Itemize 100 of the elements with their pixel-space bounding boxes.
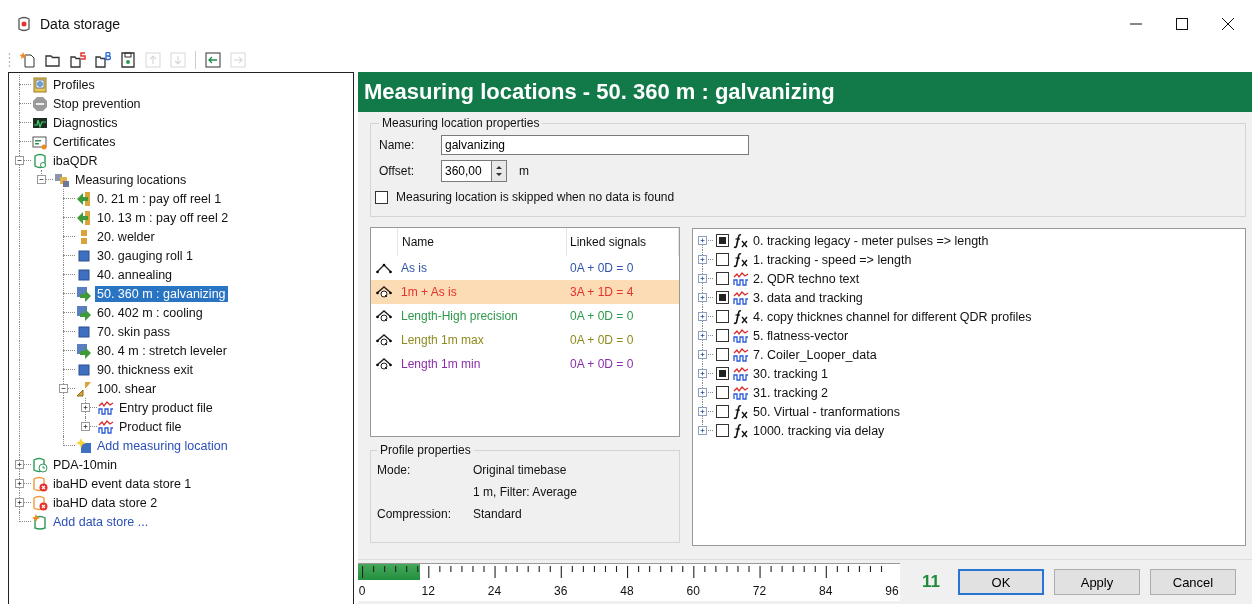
tree-item[interactable]: 20. welder — [95, 228, 157, 245]
expander-icon[interactable] — [81, 403, 90, 412]
database-icon — [32, 152, 48, 169]
profile-row[interactable]: As is 0A + 0D = 0 — [371, 256, 679, 280]
checkbox[interactable] — [716, 424, 729, 437]
expander-icon[interactable] — [698, 388, 707, 397]
scale-label: 36 — [554, 584, 568, 598]
scale-label: 96 — [885, 584, 899, 598]
table-cell-text: 0A + 0D = 0 — [569, 357, 635, 371]
new-document-icon[interactable] — [20, 52, 36, 68]
signal-icon — [732, 289, 750, 306]
profile-row[interactable]: Length-High precision 0A + 0D = 0 — [371, 304, 679, 328]
signal-item[interactable]: 1000. tracking via delay — [753, 423, 885, 438]
tree-item[interactable]: 40. annealing — [95, 266, 175, 283]
tree-item[interactable]: Add measuring location — [95, 437, 230, 454]
tree-item[interactable]: Diagnostics — [51, 114, 120, 131]
tree-item[interactable]: PDA-10min — [51, 456, 119, 473]
checkbox[interactable] — [716, 329, 729, 342]
tree-item[interactable]: 0. 21 m : pay off reel 1 — [95, 190, 224, 207]
folder-b-icon[interactable] — [95, 52, 111, 68]
checkbox[interactable] — [716, 253, 729, 266]
close-icon[interactable] — [1222, 18, 1234, 30]
expander-icon[interactable] — [698, 331, 707, 340]
peak-q-icon — [376, 358, 392, 370]
signal-item[interactable]: 31. tracking 2 — [753, 385, 829, 400]
peak-q-icon — [376, 286, 392, 298]
square-icon — [76, 266, 92, 283]
signal-file-icon — [98, 418, 114, 435]
expander-icon[interactable] — [81, 422, 90, 431]
table-cell-text: Length-High precision — [400, 309, 519, 323]
window-title: Data storage — [40, 16, 121, 32]
expander-icon[interactable] — [698, 407, 707, 416]
expander-icon[interactable] — [698, 350, 707, 359]
expander-icon[interactable] — [698, 255, 707, 264]
tree-item[interactable]: 90. thickness exit — [95, 361, 195, 378]
expander-icon[interactable] — [59, 384, 68, 393]
tree-item[interactable]: 10. 13 m : pay off reel 2 — [95, 209, 231, 226]
gauge-icon — [32, 76, 48, 93]
signal-item[interactable]: 4. copy thicknes channel for different QDR profiles — [753, 309, 1032, 324]
checkbox[interactable] — [716, 272, 729, 285]
checkbox[interactable] — [716, 367, 729, 380]
expander-icon[interactable] — [698, 274, 707, 283]
expander-icon[interactable] — [698, 369, 707, 378]
tree-item[interactable]: Entry product file — [117, 399, 215, 416]
tree-item[interactable]: Profiles — [51, 76, 97, 93]
tree-item[interactable]: ibaQDR — [51, 152, 100, 169]
tree-item[interactable]: 80. 4 m : stretch leveler — [95, 342, 229, 359]
name-field[interactable]: galvanizing — [441, 135, 749, 155]
checkbox[interactable] — [716, 405, 729, 418]
expander-icon[interactable] — [698, 293, 707, 302]
expander-icon[interactable] — [15, 460, 24, 469]
checkbox[interactable] — [716, 348, 729, 361]
property-value: Original timebase — [473, 463, 567, 477]
folder-s-icon[interactable] — [70, 52, 86, 68]
tree-item[interactable]: Certificates — [51, 133, 118, 150]
expander-icon[interactable] — [15, 156, 24, 165]
dialog-button[interactable]: OK — [958, 569, 1044, 595]
checkbox[interactable] — [716, 291, 729, 304]
expander-icon[interactable] — [698, 312, 707, 321]
spin-arrows-icon[interactable] — [491, 160, 507, 182]
signal-item[interactable]: 0. tracking legacy - meter pulses => length — [753, 233, 989, 248]
signal-item[interactable]: 7. Coiler_Looper_data — [753, 347, 877, 362]
profile-row[interactable]: Length 1m max 0A + 0D = 0 — [371, 328, 679, 352]
checkbox[interactable] — [375, 190, 388, 204]
signal-item[interactable]: 30. tracking 1 — [753, 366, 829, 381]
tree-item[interactable]: 60. 402 m : cooling — [95, 304, 205, 321]
signal-item[interactable]: 50. Virtual - tranformations — [753, 404, 901, 419]
offset-field[interactable]: 360,00 — [441, 160, 491, 182]
checkbox[interactable] — [716, 310, 729, 323]
signal-item[interactable]: 5. flatness-vector — [753, 328, 849, 343]
profile-row[interactable]: Length 1m min 0A + 0D = 0 — [371, 352, 679, 376]
expander-icon[interactable] — [15, 498, 24, 507]
database-error-icon — [32, 475, 48, 492]
tree-item[interactable]: Product file — [117, 418, 184, 435]
expander-icon[interactable] — [37, 175, 46, 184]
expander-icon[interactable] — [698, 236, 707, 245]
maximize-icon[interactable] — [1176, 18, 1188, 30]
tree-item[interactable]: 70. skin pass — [95, 323, 172, 340]
tree-item[interactable]: Measuring locations — [73, 171, 189, 188]
table-cell-text: 0A + 0D = 0 — [569, 261, 635, 275]
expander-icon[interactable] — [698, 426, 707, 435]
checkbox[interactable] — [716, 234, 729, 247]
tree-item[interactable]: ibaHD event data store 1 — [51, 475, 194, 492]
dialog-button[interactable]: Cancel — [1150, 569, 1236, 595]
tree-item[interactable]: Stop prevention — [51, 95, 143, 112]
tree-item[interactable]: Add data store ... — [51, 513, 151, 530]
scale-label: 12 — [421, 584, 435, 598]
tree-item[interactable]: ibaHD data store 2 — [51, 494, 160, 511]
tree-item[interactable]: 30. gauging roll 1 — [95, 247, 195, 264]
tree-item[interactable]: 50. 360 m : galvanizing — [95, 285, 228, 302]
expander-icon[interactable] — [15, 479, 24, 488]
save-icon[interactable] — [120, 52, 136, 68]
tree-item[interactable]: 100. shear — [95, 380, 159, 397]
signal-item[interactable]: 1. tracking - speed => length — [753, 252, 912, 267]
checkbox[interactable] — [716, 386, 729, 399]
signal-item[interactable]: 3. data and tracking — [753, 290, 863, 305]
field-label: Name: — [379, 138, 416, 152]
dialog-button[interactable]: Apply — [1054, 569, 1140, 595]
folder-icon[interactable] — [45, 52, 61, 68]
signal-item[interactable]: 2. QDR techno text — [753, 271, 860, 286]
